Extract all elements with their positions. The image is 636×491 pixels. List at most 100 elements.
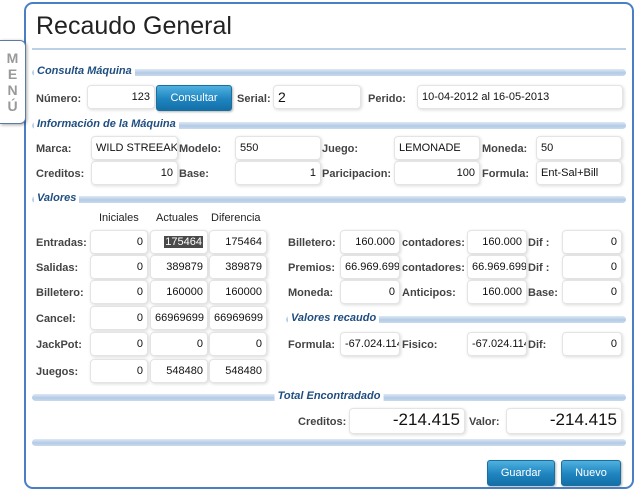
moneda-total-input[interactable]: 0 [340, 280, 400, 304]
billetero-iniciales[interactable]: 0 [90, 280, 148, 304]
numero-input[interactable]: 123 [87, 85, 155, 109]
contadores-input-1[interactable]: 160.000 [467, 230, 527, 254]
salidas-actuales[interactable]: 389879 [150, 255, 208, 279]
section-bar [32, 439, 626, 446]
page-title: Recaudo General [36, 12, 232, 40]
cancel-actuales[interactable]: 66969699 [150, 306, 208, 330]
fisico-input[interactable]: -67.024.114 [467, 332, 527, 356]
contadores-label-2: contadores: [402, 262, 465, 274]
section-total: Total Encontradado [32, 389, 626, 403]
moneda-label: Moneda: [482, 143, 528, 155]
periodo-input[interactable]: 10-04-2012 al 16-05-2013 [417, 85, 623, 109]
cancel-iniciales[interactable]: 0 [90, 306, 148, 330]
formula-input[interactable]: Ent-Sal+Bill [536, 161, 622, 185]
total-valor-label: Valor: [469, 416, 500, 428]
menu-letter: M [6, 50, 19, 66]
contadores-input-2[interactable]: 66.969.699 [467, 255, 527, 279]
contadores-label-1: contadores: [402, 237, 465, 249]
billetero-total-label: Billetero: [288, 237, 336, 249]
row-label-jackpot: JackPot: [36, 339, 82, 351]
marca-label: Marca: [36, 143, 72, 155]
consultar-button[interactable]: Consultar [156, 85, 232, 111]
row-label-cancel: Cancel: [36, 313, 76, 325]
serial-input[interactable]: 2 [273, 85, 361, 109]
total-creditos-label: Creditos: [298, 416, 347, 428]
juegos-diferencia[interactable]: 548480 [209, 359, 267, 383]
salidas-diferencia[interactable]: 389879 [209, 255, 267, 279]
nuevo-button[interactable]: Nuevo [561, 460, 621, 486]
recaudo-dif-label: Dif: [528, 339, 547, 351]
entradas-diferencia[interactable]: 175464 [209, 230, 267, 254]
section-title: Valores recaudo [288, 311, 380, 325]
juego-input[interactable]: LEMONADE [394, 136, 480, 160]
recaudo-dif-input[interactable]: 0 [562, 332, 622, 356]
recaudo-formula-input[interactable]: -67.024.114 [340, 332, 400, 356]
section-consulta: Consulta Máquina [32, 64, 626, 78]
dif-input-1[interactable]: 0 [562, 230, 622, 254]
base-label: Base: [179, 168, 209, 180]
base-input[interactable]: 1 [235, 161, 321, 185]
billetero-diferencia[interactable]: 160000 [209, 280, 267, 304]
menu-letter: Ú [7, 98, 18, 114]
entradas-iniciales[interactable]: 0 [90, 230, 148, 254]
total-creditos-input[interactable]: -214.415 [349, 408, 465, 434]
creditos-input[interactable]: 10 [91, 161, 178, 185]
juego-label: Juego: [322, 143, 359, 155]
column-header-iniciales: Iniciales [99, 212, 139, 224]
numero-label: Número: [36, 93, 82, 105]
modelo-input[interactable]: 550 [235, 136, 321, 160]
guardar-button[interactable]: Guardar [487, 460, 555, 486]
serial-label: Serial: [237, 93, 271, 105]
menu-tab[interactable]: M E N Ú [0, 40, 26, 124]
title-divider [32, 48, 626, 50]
premios-label: Premios: [288, 262, 336, 274]
row-label-juegos: Juegos: [36, 366, 79, 378]
formula-label: Formula: [482, 168, 530, 180]
menu-letter: E [7, 66, 18, 82]
juegos-actuales[interactable]: 548480 [150, 359, 208, 383]
jackpot-diferencia[interactable]: 0 [209, 332, 267, 356]
anticipos-input[interactable]: 160.000 [467, 280, 527, 304]
row-label-entradas: Entradas: [36, 237, 87, 249]
fisico-label: Fisico: [402, 339, 438, 351]
participacion-input[interactable]: 100 [394, 161, 480, 185]
periodo-label: Perido: [368, 93, 406, 105]
section-bar [32, 196, 626, 203]
entradas-actuales[interactable]: 175464 [150, 230, 208, 254]
section-valores: Valores [32, 191, 626, 205]
base-total-label: Base: [528, 287, 558, 299]
section-valores-recaudo: Valores recaudo [286, 311, 626, 325]
dif-label-2: Dif : [528, 262, 550, 274]
section-footer-bar [32, 434, 626, 448]
modelo-label: Modelo: [179, 143, 222, 155]
column-header-diferencia: Diferencia [211, 212, 261, 224]
section-info: Información de la Máquina [32, 117, 626, 131]
marca-input[interactable]: WILD STREEAK [91, 136, 178, 160]
jackpot-iniciales[interactable]: 0 [90, 332, 148, 356]
billetero-total-input[interactable]: 160.000 [340, 230, 400, 254]
section-title: Consulta Máquina [34, 64, 135, 78]
section-title: Total Encontradado [274, 389, 384, 403]
participacion-label: Paricipacion: [322, 168, 392, 180]
total-valor-input[interactable]: -214.415 [506, 408, 622, 434]
section-title: Información de la Máquina [34, 117, 179, 131]
section-title: Valores [34, 191, 80, 205]
salidas-iniciales[interactable]: 0 [90, 255, 148, 279]
dif-input-2[interactable]: 0 [562, 255, 622, 279]
recaudo-formula-label: Formula: [288, 339, 336, 351]
billetero-actuales[interactable]: 160000 [150, 280, 208, 304]
moneda-input[interactable]: 50 [536, 136, 622, 160]
jackpot-actuales[interactable]: 0 [150, 332, 208, 356]
anticipos-label: Anticipos: [402, 287, 456, 299]
cancel-diferencia[interactable]: 66969699 [209, 306, 267, 330]
dif-label-1: Dif : [528, 237, 550, 249]
juegos-iniciales[interactable]: 0 [90, 359, 148, 383]
column-header-actuales: Actuales [156, 212, 199, 224]
base-total-input[interactable]: 0 [562, 280, 622, 304]
selected-text: 175464 [164, 236, 203, 248]
creditos-label: Creditos: [36, 168, 85, 180]
premios-input[interactable]: 66.969.699 [340, 255, 400, 279]
menu-letter: N [7, 82, 18, 98]
row-label-salidas: Salidas: [36, 262, 79, 274]
moneda-total-label: Moneda: [288, 287, 334, 299]
